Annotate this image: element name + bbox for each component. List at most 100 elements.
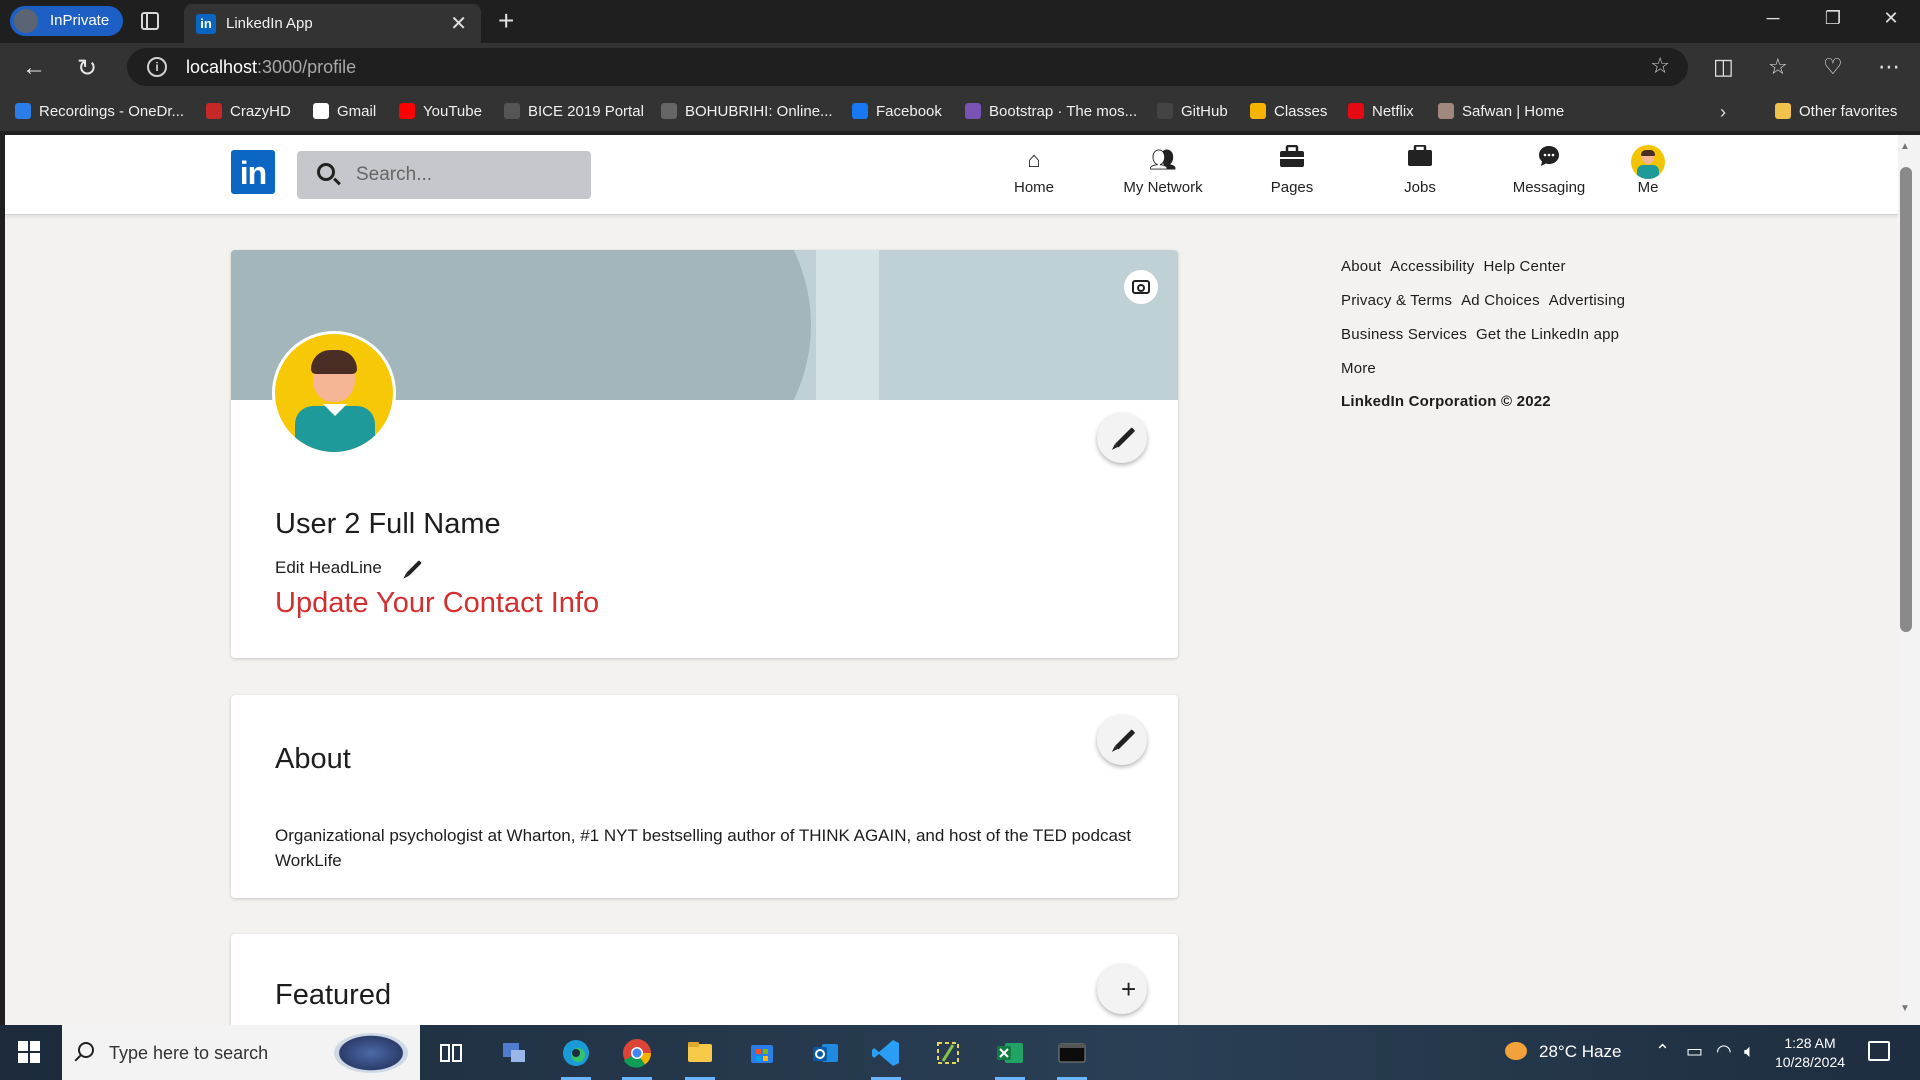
nav-pages[interactable]: Pages: [1237, 144, 1347, 207]
page-scrollbar[interactable]: ▲ ▼: [1898, 135, 1920, 1025]
briefcase-icon: [1237, 144, 1347, 175]
bookmark-favicon-icon: [1348, 103, 1364, 119]
profile-name: User 2 Full Name: [275, 508, 501, 540]
address-bar[interactable]: i localhost:3000/profile ☆: [127, 48, 1688, 86]
restore-icon[interactable]: ❐: [1813, 8, 1853, 29]
footer-link-advertising[interactable]: Advertising: [1549, 292, 1625, 309]
notification-icon[interactable]: [1868, 1041, 1890, 1061]
bookmark-youtube[interactable]: YouTube: [399, 102, 482, 122]
add-featured-button[interactable]: +: [1097, 964, 1147, 1014]
edit-headline-pencil-icon[interactable]: [406, 560, 422, 576]
bookmark-bootstrap[interactable]: Bootstrap · The mos...: [965, 102, 1137, 122]
footer-row: About Accessibility Help Center: [1341, 257, 1701, 291]
footer-link-help-center[interactable]: Help Center: [1484, 258, 1566, 275]
terminal-icon[interactable]: [1053, 1034, 1091, 1080]
weather-widget[interactable]: 28°C Haze: [1505, 1042, 1621, 1062]
about-text: Organizational psychologist at Wharton, …: [275, 826, 1132, 870]
nav-home[interactable]: ⌂ Home: [979, 145, 1089, 207]
bookmark-bohubrihi[interactable]: BOHUBRIHI: Online...: [661, 102, 833, 122]
tab-actions-icon[interactable]: [141, 12, 159, 30]
footer-link-business-services[interactable]: Business Services: [1341, 326, 1467, 343]
bookmark-crazyhd[interactable]: CrazyHD: [206, 102, 291, 122]
footer-links: About Accessibility Help Center Privacy & …: [1341, 257, 1701, 410]
inprivate-badge[interactable]: InPrivate: [10, 6, 124, 36]
url-text[interactable]: localhost:3000/profile: [186, 57, 356, 78]
chevron-up-icon[interactable]: ⌃: [1655, 1041, 1670, 1062]
windows-start-icon[interactable]: [18, 1041, 40, 1063]
file-explorer-icon[interactable]: [681, 1034, 719, 1080]
battery-icon[interactable]: ▭: [1686, 1041, 1703, 1062]
bookmark-favicon-icon: [1438, 103, 1454, 119]
plus-icon: +: [1121, 974, 1137, 1004]
bookmark-safwan-home[interactable]: Safwan | Home: [1438, 102, 1564, 122]
bookmark-favicon-icon: [1157, 103, 1173, 119]
bookmark-recordings-onedrive[interactable]: Recordings - OneDr...: [15, 102, 184, 122]
edit-about-button[interactable]: [1097, 715, 1147, 765]
other-favorites-folder[interactable]: Other favorites: [1775, 102, 1897, 122]
camera-icon[interactable]: [1124, 270, 1158, 304]
bookmark-favicon-icon: [313, 103, 329, 119]
minimize-icon[interactable]: ─: [1753, 8, 1793, 29]
taskbar-search[interactable]: Type here to search: [62, 1025, 420, 1080]
chrome-icon[interactable]: [618, 1034, 656, 1080]
edit-profile-button[interactable]: [1097, 413, 1147, 463]
footer-link-about[interactable]: About: [1341, 258, 1381, 275]
site-info-icon[interactable]: i: [147, 57, 167, 77]
microsoft-store-icon[interactable]: [743, 1034, 781, 1072]
avatar: [1631, 145, 1665, 179]
nav-my-network[interactable]: 👥︎ My Network: [1108, 145, 1218, 207]
volume-icon[interactable]: 🔈︎: [1744, 1041, 1755, 1062]
footer-link-ad-choices[interactable]: Ad Choices: [1461, 292, 1540, 309]
update-contact-info-link[interactable]: Update Your Contact Info: [275, 587, 599, 620]
task-view-icon[interactable]: [432, 1034, 470, 1072]
bookmark-bice-2019-portal[interactable]: BICE 2019 Portal: [504, 102, 644, 122]
vscode-icon[interactable]: [867, 1034, 905, 1080]
bookmark-facebook[interactable]: Facebook: [852, 102, 942, 122]
new-tab-button[interactable]: +: [498, 5, 514, 37]
bookmark-label: Bootstrap · The mos...: [989, 103, 1138, 120]
wifi-icon[interactable]: ◠: [1716, 1041, 1732, 1062]
bookmark-label: BOHUBRIHI: Online...: [685, 103, 833, 120]
back-icon[interactable]: ←: [22, 54, 46, 82]
search-input[interactable]: [356, 161, 576, 189]
taskbar-clock[interactable]: 1:28 AM 10/28/2024: [1770, 1034, 1850, 1072]
footer-link-privacy-terms[interactable]: Privacy & Terms: [1341, 292, 1452, 309]
bookmark-classes[interactable]: Classes: [1250, 102, 1327, 122]
close-tab-icon[interactable]: ✕: [450, 11, 467, 36]
nav-messaging[interactable]: Messaging: [1494, 145, 1604, 207]
scroll-down-icon[interactable]: ▼: [1900, 1003, 1910, 1014]
tab-linkedin-app[interactable]: in LinkedIn App ✕: [184, 4, 481, 43]
bookmark-favicon-icon: [852, 103, 868, 119]
close-window-icon[interactable]: ✕: [1871, 8, 1911, 29]
profile-avatar[interactable]: [272, 331, 396, 455]
outlook-icon[interactable]: [806, 1034, 844, 1072]
site-search[interactable]: [297, 151, 591, 199]
bookmark-netflix[interactable]: Netflix: [1348, 102, 1414, 122]
nav-jobs[interactable]: Jobs: [1365, 144, 1475, 207]
linkedin-logo[interactable]: in: [231, 150, 275, 194]
snipping-tool-icon[interactable]: [929, 1034, 967, 1072]
scrollbar-thumb[interactable]: [1900, 167, 1912, 632]
weather-haze-icon: [1505, 1042, 1527, 1060]
bookmark-github[interactable]: GitHub: [1157, 102, 1228, 122]
footer-link-more[interactable]: More: [1341, 360, 1376, 377]
edge-browser-icon[interactable]: [557, 1034, 595, 1080]
footer-link-accessibility[interactable]: Accessibility: [1390, 258, 1474, 275]
footer-row: More: [1341, 359, 1701, 393]
excel-icon[interactable]: [991, 1034, 1029, 1080]
refresh-icon[interactable]: ↻: [77, 54, 97, 83]
browser-essentials-icon[interactable]: ♡: [1823, 54, 1843, 80]
footer-link-get-app[interactable]: Get the LinkedIn app: [1476, 326, 1619, 343]
favorites-icon[interactable]: ☆: [1768, 54, 1788, 80]
search-icon: [78, 1042, 94, 1058]
more-menu-icon[interactable]: ⋯: [1878, 54, 1900, 80]
windows-taskbar: Type here to search 28°C Haze ⌃ ▭ ◠ 🔈︎ 1…: [0, 1025, 1920, 1080]
linkedin-favicon-icon: in: [196, 14, 216, 34]
scroll-up-icon[interactable]: ▲: [1900, 141, 1910, 152]
split-screen-icon[interactable]: ◫: [1713, 54, 1734, 80]
favorite-star-icon[interactable]: ☆: [1650, 53, 1670, 79]
nav-me[interactable]: Me: [1593, 145, 1703, 207]
chevron-right-icon[interactable]: ›: [1720, 102, 1726, 122]
bookmark-gmail[interactable]: Gmail: [313, 102, 376, 122]
network-app-icon[interactable]: [495, 1034, 533, 1072]
